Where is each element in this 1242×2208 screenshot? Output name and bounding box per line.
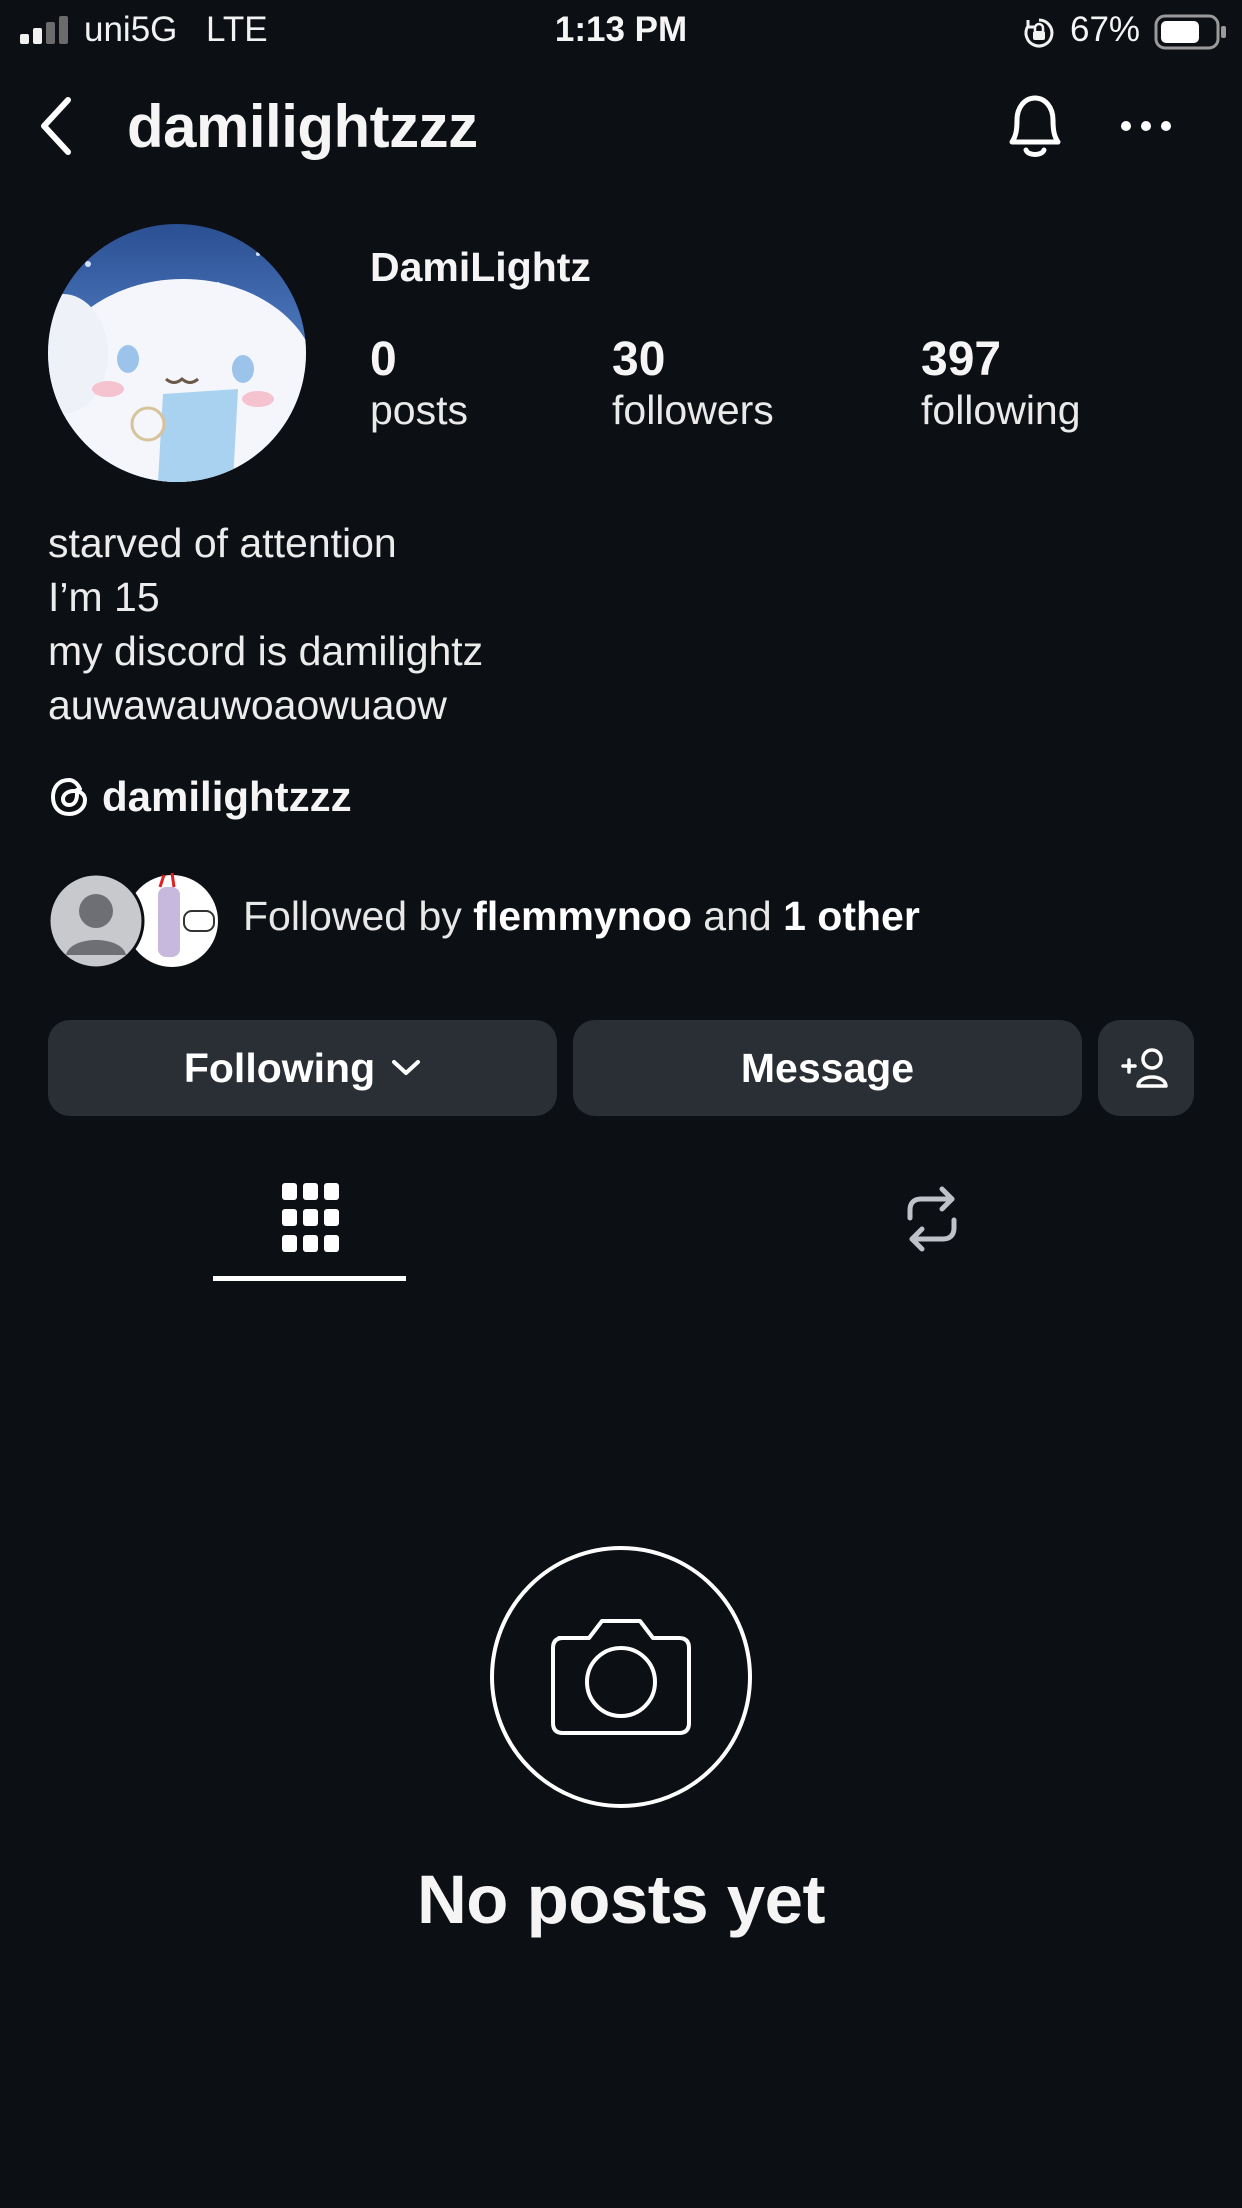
followed-by-text[interactable]: Followed by flemmynoo and 1 other [243, 893, 920, 940]
profile-username-title: damilightzzz [127, 93, 478, 160]
add-person-icon [1121, 1048, 1168, 1088]
followed-by-prefix: Followed by [243, 893, 474, 939]
threads-link[interactable]: damilightzzz [48, 770, 352, 824]
bell-icon[interactable] [1000, 90, 1070, 162]
bio-line: my discord is damilightz [48, 628, 484, 674]
battery-percent: 67% [1070, 10, 1141, 49]
following-button[interactable]: Following [48, 1020, 557, 1116]
stat-posts-value: 0 [370, 333, 397, 386]
stat-posts-label: posts [370, 387, 468, 433]
display-name: DamiLightz [370, 244, 591, 290]
message-button-label: Message [740, 1044, 915, 1091]
chevron-down-icon [392, 1060, 421, 1075]
tab-active-indicator [213, 1276, 406, 1281]
stat-followers-label: followers [612, 387, 774, 433]
stat-followers-value: 30 [612, 333, 666, 386]
repost-icon[interactable] [902, 1184, 962, 1254]
status-bar: uni5G LTE 1:13 PM 67% [0, 0, 1242, 62]
stat-following[interactable]: 397 following [921, 332, 1081, 434]
bio-line: auwawauwoaowuaow [48, 682, 447, 728]
profile-avatar[interactable] [48, 224, 306, 482]
followed-by-other[interactable]: 1 other [783, 893, 920, 939]
bio: starved of attention I’m 15 my discord i… [48, 516, 483, 732]
followed-by-middle: and [691, 893, 784, 939]
stat-following-value: 397 [921, 333, 1002, 386]
grid-icon[interactable] [282, 1183, 339, 1253]
threads-handle: damilightzzz [102, 773, 352, 820]
suggested-users-button[interactable] [1098, 1020, 1194, 1116]
battery-icon [1154, 14, 1226, 50]
following-button-label: Following [183, 1044, 376, 1091]
mutual-avatars[interactable] [47, 872, 220, 970]
threads-icon [50, 777, 88, 817]
message-button[interactable]: Message [573, 1020, 1082, 1116]
followed-by-name[interactable]: flemmynoo [473, 893, 692, 939]
rotation-lock-icon [1024, 18, 1054, 48]
more-icon[interactable] [1118, 112, 1174, 140]
camera-icon [490, 1546, 752, 1808]
stat-followers[interactable]: 30 followers [612, 332, 774, 434]
stat-posts[interactable]: 0 posts [370, 332, 468, 434]
stat-following-label: following [921, 387, 1081, 433]
bio-line: starved of attention [48, 520, 397, 566]
bio-line: I’m 15 [48, 574, 160, 620]
empty-state-title: No posts yet [416, 1861, 826, 1938]
back-icon[interactable] [36, 96, 76, 156]
